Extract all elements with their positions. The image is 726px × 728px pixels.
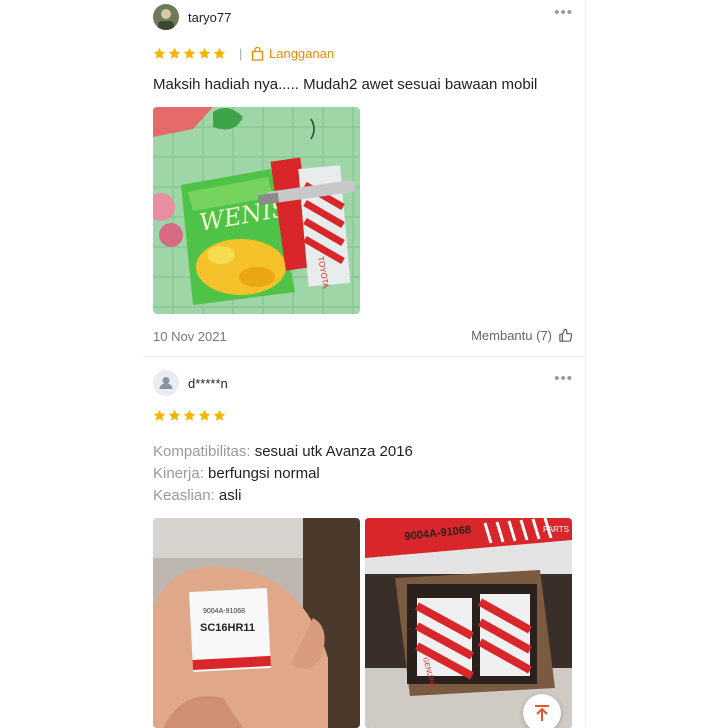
review-2: d*****n ••• Kompatibilitas: sesuai utk A… — [153, 370, 573, 728]
rating-stars — [153, 47, 226, 60]
review-photo[interactable]: 9004A-91068 SC16HR11 — [153, 518, 360, 728]
star-icon — [198, 409, 211, 421]
review-text: Maksih hadiah nya..... Mudah2 awet sesua… — [153, 76, 538, 93]
star-icon — [213, 47, 226, 59]
star-icon — [213, 409, 226, 421]
attribute-key: Kinerja: — [153, 465, 204, 482]
review-header: taryo77 ••• — [153, 2, 573, 32]
attribute-authenticity: Keaslian: asli — [153, 487, 241, 504]
helpful-label: Membantu (7) — [471, 328, 552, 343]
attribute-performance: Kinerja: berfungsi normal — [153, 465, 320, 482]
more-icon[interactable]: ••• — [554, 4, 573, 21]
star-icon — [153, 47, 166, 59]
attribute-value: asli — [218, 487, 242, 504]
rating-stars — [153, 409, 226, 422]
attribute-key: Kompatibilitas: — [153, 443, 251, 460]
review-photo[interactable]: WENIS TOYOTA — [153, 107, 360, 314]
helpful-button[interactable]: Membantu (7) — [471, 328, 573, 343]
model-code: SC16HR11 — [200, 622, 255, 634]
more-icon[interactable]: ••• — [554, 370, 573, 387]
scroll-top-button[interactable] — [523, 694, 561, 728]
review-divider — [140, 356, 585, 357]
attribute-compatibility: Kompatibilitas: sesuai utk Avanza 2016 — [153, 443, 413, 460]
variant-tag: Langganan — [251, 46, 334, 61]
attribute-value: berfungsi normal — [208, 465, 320, 482]
review-1: taryo77 ••• | Langganan Maksih hadiah ny… — [153, 2, 573, 352]
star-icon — [153, 409, 166, 421]
attribute-key: Keaslian: — [153, 487, 215, 504]
attribute-value: sesuai utk Avanza 2016 — [254, 443, 413, 460]
part-number: 9004A-91068 — [203, 608, 245, 615]
review-photo[interactable]: 9004A-91068 PARTS GENUINE — [365, 518, 572, 728]
star-icon — [183, 409, 196, 421]
review-date: 10 Nov 2021 — [153, 329, 227, 344]
username[interactable]: d*****n — [188, 376, 228, 391]
corner-text: PARTS — [543, 525, 569, 534]
bag-icon — [251, 46, 264, 61]
separator: | — [239, 46, 243, 61]
avatar-default-icon[interactable] — [153, 370, 179, 396]
star-icon — [168, 47, 181, 59]
reviews-column: taryo77 ••• | Langganan Maksih hadiah ny… — [140, 0, 586, 728]
review-header: d*****n ••• — [153, 370, 573, 400]
star-icon — [198, 47, 211, 59]
star-icon — [183, 47, 196, 59]
username[interactable]: taryo77 — [188, 10, 231, 25]
avatar[interactable] — [153, 4, 179, 30]
variant-label: Langganan — [269, 46, 335, 61]
star-icon — [168, 409, 181, 421]
thumbs-up-icon — [559, 328, 573, 342]
scroll-top-icon — [535, 705, 549, 721]
